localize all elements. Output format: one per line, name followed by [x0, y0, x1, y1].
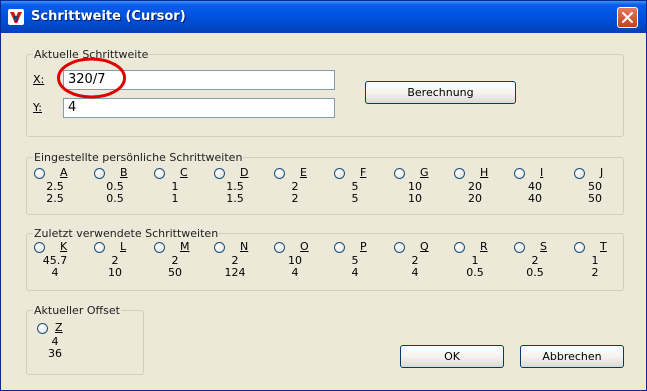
window-title: Schrittweite (Cursor): [31, 9, 186, 24]
radio-label: R: [480, 240, 488, 253]
recent-radio-p[interactable]: [334, 242, 345, 253]
recent-radio-k[interactable]: [34, 242, 45, 253]
close-button[interactable]: [617, 7, 638, 28]
annotation-circle: [57, 57, 126, 99]
radio-label: F: [360, 166, 367, 179]
y-value-input[interactable]: 4: [63, 98, 335, 118]
radio-label: C: [180, 166, 188, 179]
recent-radio-t[interactable]: [574, 242, 585, 253]
offset-value-2: 36: [48, 347, 62, 360]
personal-radio-h[interactable]: [454, 168, 465, 179]
step-value-y: 1: [171, 192, 179, 205]
calculate-button[interactable]: Berechnung: [365, 81, 516, 104]
radio-label: B: [120, 166, 128, 179]
step-value-y: 0.5: [106, 192, 124, 205]
y-label: Y:: [33, 101, 42, 114]
recent-radio-s[interactable]: [514, 242, 525, 253]
recent-steps-legend: Zuletzt verwendete Schrittweiten: [33, 227, 220, 240]
dialog-window: 5 Schrittweite (Cursor) Aktuelle Schritt…: [0, 0, 647, 391]
radio-label: Q: [420, 240, 429, 253]
radio-label: M: [180, 240, 190, 253]
personal-radio-c[interactable]: [154, 168, 165, 179]
recent-radio-r[interactable]: [454, 242, 465, 253]
recent-radio-o[interactable]: [274, 242, 285, 253]
step-value-y: 0.5: [526, 266, 544, 279]
radio-label: I: [540, 166, 544, 179]
step-value-y: 2: [591, 266, 599, 279]
step-value-y: 50: [168, 266, 182, 279]
personal-radio-b[interactable]: [94, 168, 105, 179]
step-value-y: 4: [51, 266, 59, 279]
radio-label: L: [120, 240, 127, 253]
step-value-y: 50: [588, 192, 602, 205]
offset-radio-label: Z: [55, 321, 63, 334]
app-icon: 5: [7, 8, 25, 26]
step-value-y: 20: [468, 192, 482, 205]
radio-label: E: [300, 166, 307, 179]
title-bar[interactable]: 5 Schrittweite (Cursor): [1, 1, 646, 33]
personal-steps-legend: Eingestellte persönliche Schrittweiten: [33, 151, 244, 164]
step-value-y: 5: [351, 192, 359, 205]
personal-radio-j[interactable]: [574, 168, 585, 179]
step-value-y: 4: [411, 266, 419, 279]
step-value-y: 10: [108, 266, 122, 279]
recent-radio-n[interactable]: [214, 242, 225, 253]
radio-label: N: [240, 240, 249, 253]
step-value-y: 2: [291, 192, 299, 205]
personal-radio-d[interactable]: [214, 168, 225, 179]
cancel-button[interactable]: Abbrechen: [520, 345, 624, 368]
step-value-y: 0.5: [466, 266, 484, 279]
radio-label: S: [540, 240, 547, 253]
recent-radio-m[interactable]: [154, 242, 165, 253]
recent-radio-q[interactable]: [394, 242, 405, 253]
ok-button[interactable]: OK: [400, 345, 504, 368]
radio-label: J: [600, 166, 604, 179]
step-value-y: 4: [291, 266, 299, 279]
radio-label: A: [60, 166, 68, 179]
radio-label: T: [600, 240, 607, 253]
personal-radio-f[interactable]: [334, 168, 345, 179]
offset-legend: Aktueller Offset: [33, 304, 121, 317]
step-value-y: 2.5: [46, 192, 64, 205]
offset-radio-z[interactable]: [37, 323, 48, 334]
personal-radio-a[interactable]: [34, 168, 45, 179]
svg-text:5: 5: [13, 15, 19, 24]
personal-radio-g[interactable]: [394, 168, 405, 179]
step-value-y: 40: [528, 192, 542, 205]
personal-radio-i[interactable]: [514, 168, 525, 179]
radio-label: D: [240, 166, 249, 179]
radio-label: G: [420, 166, 429, 179]
step-value-y: 10: [408, 192, 422, 205]
step-value-y: 1.5: [226, 192, 244, 205]
recent-radio-l[interactable]: [94, 242, 105, 253]
radio-label: O: [300, 240, 309, 253]
step-value-y: 124: [224, 266, 246, 279]
step-value-y: 4: [351, 266, 359, 279]
personal-radio-e[interactable]: [274, 168, 285, 179]
radio-label: H: [480, 166, 489, 179]
close-icon: [622, 12, 633, 23]
radio-label: P: [360, 240, 367, 253]
x-label: X:: [33, 73, 45, 86]
radio-label: K: [60, 240, 68, 253]
